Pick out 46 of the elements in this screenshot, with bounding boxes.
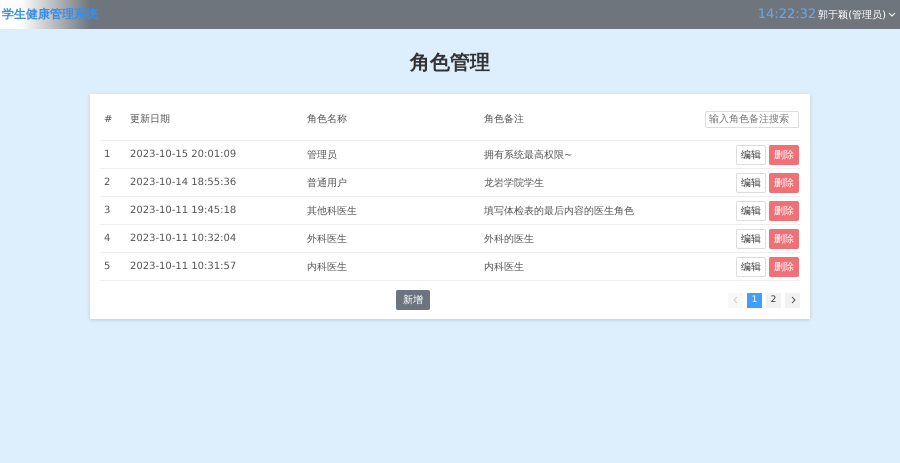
table-cell: 1 — [100, 140, 129, 168]
delete-button[interactable]: 删除 — [769, 172, 799, 192]
search-field[interactable]: 输入角色备注搜索 — [705, 110, 799, 128]
table-cell: 2023-10-15 20:01:09 — [129, 140, 306, 168]
table-cell: 2 — [100, 168, 129, 196]
table-cell: 外科医生 — [306, 224, 483, 252]
add-button[interactable]: 新增 — [396, 290, 430, 310]
delete-button[interactable]: 删除 — [769, 144, 799, 164]
edit-button[interactable]: 编辑 — [736, 256, 766, 276]
app-title: 学生健康管理系统 — [1, 6, 98, 23]
edit-button[interactable]: 编辑 — [736, 200, 766, 220]
table-cell: 填写体检表的最后内容的医生角色 — [483, 196, 678, 224]
edit-button[interactable]: 编辑 — [736, 144, 766, 164]
column-header: 角色名称 — [306, 98, 483, 140]
table-cell: 龙岩学院学生 — [483, 168, 678, 196]
table-cell: 2023-10-11 19:45:18 — [129, 196, 306, 224]
table-cell: 普通用户 — [306, 168, 483, 196]
page-title: 角色管理 — [408, 49, 491, 76]
user-menu[interactable]: 郭于颖(管理员) — [818, 8, 896, 22]
delete-button[interactable]: 删除 — [769, 200, 799, 220]
delete-button[interactable]: 删除 — [769, 228, 799, 248]
table-cell: 内科医生 — [483, 252, 678, 280]
delete-button[interactable]: 删除 — [769, 256, 799, 276]
table-cell: 外科的医生 — [483, 224, 678, 252]
chevron-down-icon — [888, 12, 896, 18]
table-cell: 3 — [100, 196, 129, 224]
table-cell: 4 — [100, 224, 129, 252]
table-cell: 5 — [100, 252, 129, 280]
clock-time: 14:22:32 — [758, 7, 816, 22]
column-header: # — [100, 98, 129, 140]
column-header: 角色备注 — [483, 98, 678, 140]
table-cell: 2023-10-11 10:32:04 — [129, 224, 306, 252]
table-cell: 管理员 — [306, 140, 483, 168]
column-header: 更新日期 — [129, 98, 306, 140]
edit-button[interactable]: 编辑 — [736, 172, 766, 192]
edit-button[interactable]: 编辑 — [736, 228, 766, 248]
next-page-button[interactable] — [785, 292, 800, 308]
table-cell: 内科医生 — [306, 252, 483, 280]
page-button[interactable]: 2 — [766, 292, 781, 308]
page-button[interactable]: 1 — [747, 292, 762, 308]
table-cell: 2023-10-14 18:55:36 — [129, 168, 306, 196]
table-cell: 其他科医生 — [306, 196, 483, 224]
chevron-right-icon — [790, 296, 796, 304]
table-cell: 2023-10-11 10:31:57 — [129, 252, 306, 280]
table-cell: 拥有系统最高权限~ — [483, 140, 678, 168]
chevron-left-icon — [732, 296, 738, 304]
